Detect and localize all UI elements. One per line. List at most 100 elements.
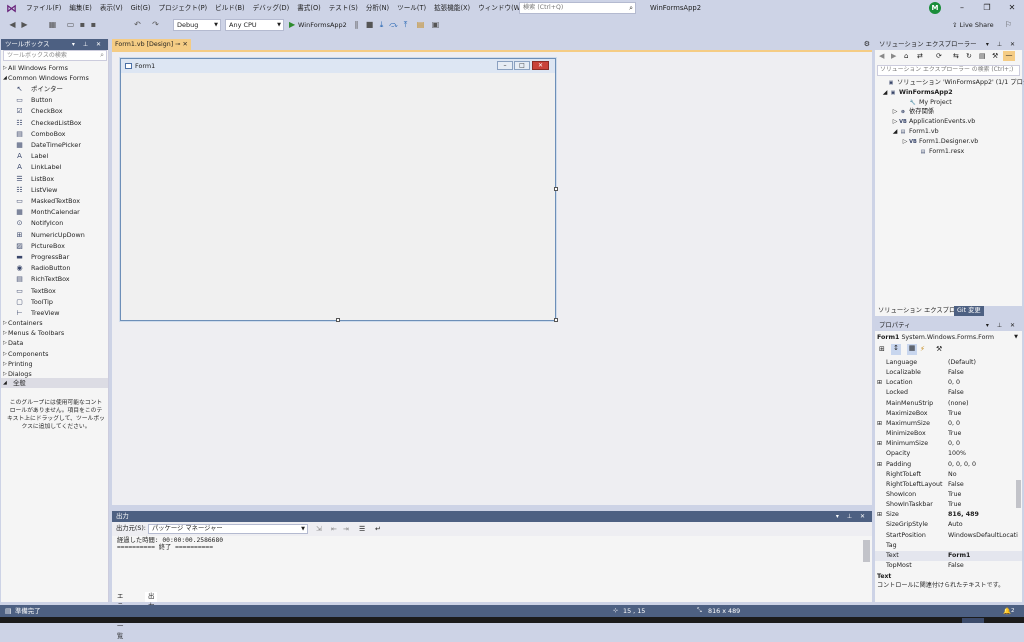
expand-icon[interactable]: ⊞ — [877, 378, 882, 388]
output-source-select[interactable]: パッケージ マネージャー ▼ — [148, 524, 308, 534]
toolbox-item[interactable]: ▤ ComboBox — [1, 129, 109, 140]
panel-pin-icon[interactable]: ▾ ⊥ ✕ — [836, 511, 868, 522]
property-value[interactable]: 0, 0 — [948, 439, 1020, 449]
hot-reload-icon[interactable]: ▤ — [416, 20, 425, 29]
property-row[interactable]: ⊞ MaximumSize 0, 0 — [875, 419, 1022, 429]
platform-select[interactable]: Any CPU ▼ — [225, 19, 284, 31]
forward-icon[interactable]: ▶ — [891, 52, 896, 60]
minimize-icon[interactable]: – — [954, 2, 970, 14]
menu-item[interactable]: ファイル(F) — [22, 3, 65, 14]
toolbox-group[interactable]: ▷ Menus & Toolbars — [1, 328, 109, 338]
property-value[interactable]: True — [948, 409, 1020, 419]
toolbox-item[interactable]: ☷ CheckedListBox — [1, 118, 109, 129]
toolbox-item[interactable]: ☰ ListBox — [1, 174, 109, 185]
word-wrap-icon[interactable]: ↵ — [375, 524, 381, 534]
property-row[interactable]: ShowInTaskbar True — [875, 500, 1022, 510]
toolbox-item[interactable]: ▬ ProgressBar — [1, 252, 109, 263]
resize-handle-corner[interactable] — [554, 318, 558, 322]
menu-item[interactable]: 編集(E) — [65, 3, 96, 14]
toolbox-item[interactable]: ▭ TextBox — [1, 286, 109, 297]
toolbox-group[interactable]: ▷ Components — [1, 349, 109, 359]
toolbox-item[interactable]: ▢ ToolTip — [1, 297, 109, 308]
property-row[interactable]: MaximizeBox True — [875, 409, 1022, 419]
properties-object-select[interactable]: Form1 System.Windows.Forms.Form ▼ — [877, 332, 1020, 343]
property-row[interactable]: Text Form1 — [875, 550, 1022, 561]
toolbox-item[interactable]: ⊙ NotifyIcon — [1, 218, 109, 229]
property-row[interactable]: SizeGripStyle Auto — [875, 520, 1022, 530]
panel-pin-icon[interactable]: ▾ ⊥ ✕ — [986, 39, 1018, 50]
expand-icon[interactable]: ⊞ — [877, 419, 882, 429]
search-icon[interactable]: ⌕ — [629, 3, 633, 13]
property-value[interactable]: Form1 — [948, 551, 1020, 561]
taskbar-app[interactable] — [962, 618, 984, 623]
property-value[interactable]: (none) — [948, 399, 1020, 409]
property-row[interactable]: ⊞ MinimumSize 0, 0 — [875, 439, 1022, 449]
close-icon[interactable]: ✕ — [1004, 2, 1020, 14]
toolbox-group[interactable]: ▷ Containers — [1, 318, 109, 328]
pending-changes-icon[interactable]: ⟳ — [936, 52, 942, 60]
toolbox-group-common[interactable]: ◢ Common Windows Forms — [1, 73, 109, 83]
preview-icon[interactable]: — — [1003, 51, 1015, 61]
toolbox-group[interactable]: ▷ Data — [1, 338, 109, 348]
property-value[interactable]: 0, 0, 0, 0 — [948, 460, 1020, 470]
clear-all-icon[interactable]: ☰ — [359, 524, 365, 534]
property-value[interactable]: Auto — [948, 520, 1020, 530]
toolbox-item[interactable]: ▦ DateTimePicker — [1, 140, 109, 151]
tab-git-changes[interactable]: Git 変更 — [954, 306, 984, 316]
toolbox-item[interactable]: ☷ ListView — [1, 185, 109, 196]
property-row[interactable]: ShowIcon True — [875, 490, 1022, 500]
property-value[interactable]: True — [948, 500, 1020, 510]
property-row[interactable]: MinimizeBox True — [875, 429, 1022, 439]
tab-form1-design[interactable]: Form1.vb [Design] ⊸ ✕ — [112, 39, 191, 50]
property-value[interactable]: False — [948, 480, 1020, 490]
menu-item[interactable]: ツール(T) — [393, 3, 430, 14]
feedback-icon[interactable]: ⚐ — [1004, 20, 1013, 29]
property-value[interactable]: False — [948, 368, 1020, 378]
property-value[interactable]: 816, 489 — [948, 510, 1020, 520]
property-row[interactable]: RightToLeft No — [875, 470, 1022, 480]
next-message-icon[interactable]: ⇥ — [343, 524, 349, 534]
form-preview[interactable]: Form1 – □ ✕ — [120, 58, 556, 321]
property-row[interactable]: TopMost False — [875, 561, 1022, 571]
resize-handle-bottom[interactable] — [336, 318, 340, 322]
new-project-icon[interactable]: ▦ — [48, 20, 57, 29]
tree-item[interactable]: ▣ソリューション 'WinFormsApp2' (1/1 プロジェクト) — [879, 78, 1024, 88]
alphabetical-icon[interactable]: ↕ — [891, 344, 901, 355]
home-icon[interactable]: ⌂ — [904, 52, 908, 60]
toolbox-item[interactable]: ▤ RichTextBox — [1, 274, 109, 285]
search-icon[interactable]: ⌕ — [100, 51, 104, 60]
property-row[interactable]: ⊞ Location 0, 0 — [875, 378, 1022, 388]
menu-item[interactable]: 表示(V) — [96, 3, 127, 14]
tree-item[interactable]: ▷ VB Form1.Designer.vb — [901, 137, 979, 147]
properties-wrench-icon[interactable]: ⚒ — [992, 52, 998, 60]
avatar[interactable]: M — [929, 2, 941, 14]
pause-icon[interactable]: ∥ — [352, 20, 361, 29]
expand-icon[interactable]: ◢ — [881, 88, 889, 98]
expand-icon[interactable]: ▷ — [891, 117, 899, 127]
tree-item[interactable]: ◢ ▤ Form1.vb — [891, 127, 939, 137]
settings-gear-icon[interactable]: ⚙ — [864, 39, 870, 50]
toolbox-item[interactable]: ▨ PictureBox — [1, 241, 109, 252]
menu-item[interactable]: 拡張機能(X) — [430, 3, 474, 14]
back-icon[interactable]: ◀ — [879, 52, 884, 60]
undo-icon[interactable]: ↶ — [133, 20, 142, 29]
tab-error-list[interactable]: エラー一覧 — [114, 592, 126, 640]
property-row[interactable]: ⊞ Padding 0, 0, 0, 0 — [875, 460, 1022, 470]
notification-icon[interactable]: 🔔 — [1003, 605, 1011, 617]
step-out-icon[interactable]: ⤒ — [401, 20, 410, 29]
properties-view-icon[interactable]: ▦ — [907, 344, 917, 355]
menu-item[interactable]: Git(G) — [127, 3, 155, 14]
save-icon[interactable]: ▪ — [78, 20, 87, 29]
properties-scrollbar[interactable] — [1016, 480, 1021, 508]
toolbox-item[interactable]: ▦ MonthCalendar — [1, 207, 109, 218]
expand-icon[interactable]: ▷ — [901, 137, 909, 147]
property-row[interactable]: MainMenuStrip (none) — [875, 399, 1022, 409]
toolbox-group[interactable]: ▷ Printing — [1, 359, 109, 369]
menu-item[interactable]: 書式(O) — [293, 3, 325, 14]
configuration-select[interactable]: Debug ▼ — [173, 19, 221, 31]
expand-icon[interactable]: ◢ — [891, 127, 899, 137]
categorized-icon[interactable]: ⊞ — [879, 345, 885, 353]
save-all-icon[interactable]: ▪ — [89, 20, 98, 29]
toolbox-search-input[interactable]: ツールボックスの検索 ⌕ — [3, 50, 107, 61]
tree-item[interactable]: 🔧 My Project — [901, 98, 952, 108]
